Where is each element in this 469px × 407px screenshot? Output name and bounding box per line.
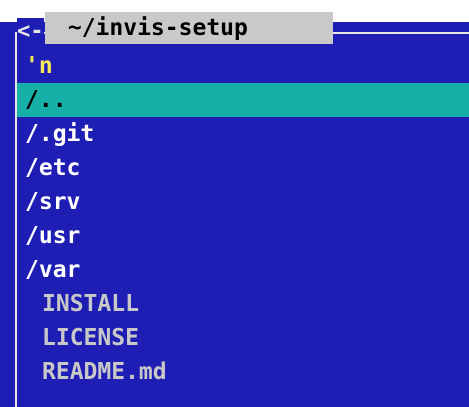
list-item-file-license[interactable]: LICENSE [17, 321, 469, 355]
list-item-dir-usr[interactable]: /usr [17, 219, 469, 253]
back-arrow-icon[interactable]: <- [17, 18, 44, 46]
list-item-dir-srv[interactable]: /srv [17, 185, 469, 219]
list-item-quote[interactable]: 'n [17, 49, 469, 83]
list-item-file-install[interactable]: INSTALL [17, 287, 469, 321]
list-item-dir-var[interactable]: /var [17, 253, 469, 287]
list-item-dir-git[interactable]: /.git [17, 117, 469, 151]
list-item-parent-dir[interactable]: /.. [17, 83, 469, 117]
file-list: 'n /.. /.git /etc /srv /usr /var INSTALL… [17, 49, 469, 389]
file-panel: <- ~/invis-setup 'n /.. /.git /etc /srv … [0, 12, 469, 407]
panel-title[interactable]: ~/invis-setup [45, 12, 333, 44]
list-item-dir-etc[interactable]: /etc [17, 151, 469, 185]
list-item-file-readme[interactable]: README.md [17, 355, 469, 389]
